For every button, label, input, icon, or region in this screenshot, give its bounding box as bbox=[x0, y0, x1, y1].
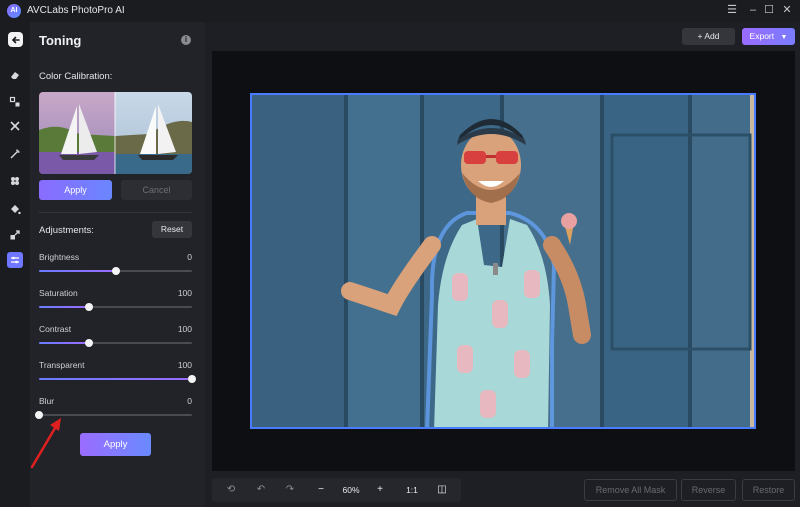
restore-button[interactable]: Restore bbox=[742, 479, 795, 501]
app-title: AVCLabs PhotoPro AI bbox=[27, 5, 125, 16]
remove-all-mask-button[interactable]: Remove All Mask bbox=[584, 479, 677, 501]
main-area: + Add Export ▼ ⟲ ↶ ↷ − 60% + 1:1 ◫ Remov… bbox=[205, 22, 800, 507]
transparent-slider[interactable] bbox=[39, 375, 196, 383]
transparent-slider-fill bbox=[39, 378, 192, 380]
crop-icon[interactable] bbox=[7, 118, 23, 134]
undo-icon[interactable]: ↶ bbox=[252, 482, 270, 498]
color-calibration-label: Color Calibration: bbox=[39, 71, 113, 82]
brightness-value: 0 bbox=[187, 252, 192, 262]
add-button[interactable]: + Add bbox=[682, 28, 735, 45]
person-subject bbox=[341, 119, 752, 427]
zoom-level: 60% bbox=[342, 485, 360, 495]
sparkle-icon[interactable] bbox=[7, 173, 23, 189]
minimize-icon[interactable]: – bbox=[746, 3, 760, 17]
export-button[interactable]: Export ▼ bbox=[742, 28, 795, 45]
blur-value: 0 bbox=[187, 396, 192, 406]
panel-title: Toning bbox=[39, 33, 82, 48]
calibration-cancel-button[interactable]: Cancel bbox=[121, 180, 192, 200]
divider bbox=[39, 212, 192, 213]
title-bar: AI AVCLabs PhotoPro AI ☰ – ☐ ✕ bbox=[0, 0, 800, 22]
blur-label: Blur bbox=[39, 396, 55, 406]
redo-icon[interactable]: ↷ bbox=[281, 482, 299, 498]
menu-icon[interactable]: ☰ bbox=[725, 3, 739, 17]
apply-button[interactable]: Apply bbox=[80, 433, 151, 456]
adjustments-label: Adjustments: bbox=[39, 225, 94, 236]
saturation-slider[interactable] bbox=[39, 303, 192, 311]
back-icon[interactable] bbox=[8, 32, 23, 47]
transparent-label: Transparent bbox=[39, 360, 85, 370]
export-label: Export bbox=[749, 31, 775, 41]
eraser-icon[interactable] bbox=[7, 67, 23, 83]
image-canvas[interactable] bbox=[212, 51, 795, 471]
edited-photo[interactable] bbox=[250, 93, 756, 429]
reset-view-icon[interactable]: ⟲ bbox=[222, 482, 240, 498]
contrast-value: 100 bbox=[177, 324, 192, 334]
reset-button[interactable]: Reset bbox=[152, 221, 192, 238]
close-icon[interactable]: ✕ bbox=[780, 3, 794, 17]
brightness-label: Brightness bbox=[39, 252, 80, 262]
chevron-down-icon: ▼ bbox=[780, 34, 788, 41]
replace-icon[interactable] bbox=[7, 94, 23, 110]
annotation-arrow-icon bbox=[30, 418, 61, 469]
saturation-label: Saturation bbox=[39, 288, 78, 298]
info-icon[interactable]: i bbox=[181, 35, 191, 45]
contrast-label: Contrast bbox=[39, 324, 72, 334]
calibration-preview[interactable] bbox=[39, 92, 192, 174]
fill-icon[interactable] bbox=[7, 201, 23, 217]
saturation-value: 100 bbox=[177, 288, 192, 298]
blur-slider[interactable] bbox=[35, 411, 192, 419]
contrast-slider-fill bbox=[39, 342, 90, 344]
transparent-value: 100 bbox=[177, 360, 192, 370]
magic-icon[interactable] bbox=[7, 146, 23, 162]
calibration-apply-button[interactable]: Apply bbox=[39, 180, 112, 200]
calibration-preview-image bbox=[39, 92, 192, 174]
compare-icon[interactable]: ◫ bbox=[433, 482, 451, 498]
saturation-slider-handle[interactable] bbox=[85, 303, 94, 311]
maximize-icon[interactable]: ☐ bbox=[762, 3, 776, 17]
zoom-out-icon[interactable]: − bbox=[312, 482, 330, 498]
saturation-slider-fill bbox=[39, 306, 90, 308]
app-logo-icon: AI bbox=[7, 4, 21, 18]
canvas-toolbar: ⟲ ↶ ↷ − 60% + 1:1 ◫ bbox=[212, 478, 461, 502]
toning-icon[interactable] bbox=[7, 252, 23, 268]
contrast-slider[interactable] bbox=[39, 339, 192, 347]
zoom-in-icon[interactable]: + bbox=[371, 482, 389, 498]
transparent-slider-handle[interactable] bbox=[188, 375, 196, 383]
brightness-slider[interactable] bbox=[39, 267, 192, 275]
reverse-button[interactable]: Reverse bbox=[681, 479, 736, 501]
actual-size-button[interactable]: 1:1 bbox=[401, 482, 423, 498]
brightness-slider-handle[interactable] bbox=[111, 267, 120, 275]
tool-rail bbox=[0, 22, 30, 507]
expand-icon[interactable] bbox=[7, 227, 23, 243]
contrast-slider-handle[interactable] bbox=[85, 339, 94, 347]
brightness-slider-fill bbox=[39, 270, 116, 272]
